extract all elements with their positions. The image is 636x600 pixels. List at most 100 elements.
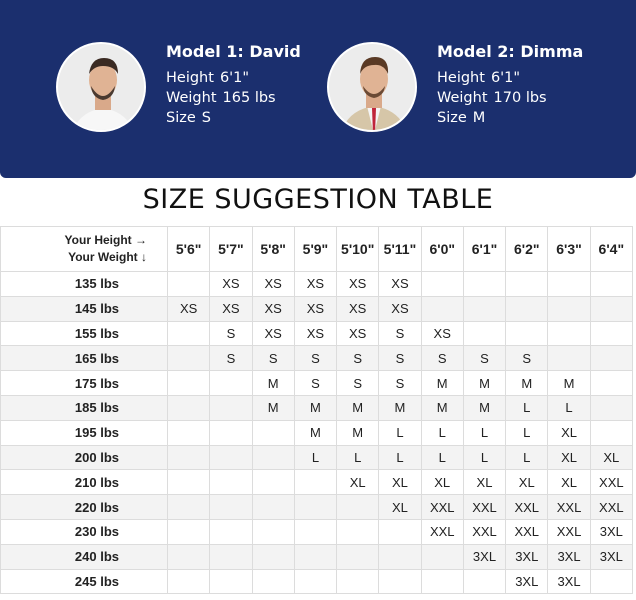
table-row: 195 lbs M M L L L L XL <box>0 419 634 446</box>
size-cell: S <box>378 370 422 396</box>
model-1-size-label: Size <box>166 110 196 126</box>
size-cell: L <box>462 419 507 446</box>
size-cell: XS <box>209 295 253 322</box>
size-cell <box>209 394 253 421</box>
size-cell <box>209 444 253 471</box>
size-cell <box>589 370 634 396</box>
size-cell: S <box>505 345 549 372</box>
model-2-weight-label: Weight <box>437 90 488 106</box>
weight-label: 165 lbs <box>0 345 168 372</box>
size-cell <box>378 518 422 545</box>
size-cell: XL <box>589 444 634 471</box>
weight-label: 245 lbs <box>0 568 168 595</box>
size-cell: XXL <box>589 494 634 520</box>
size-cell: XXL <box>589 469 634 496</box>
size-cell <box>293 469 338 496</box>
model-1-height-label: Height <box>166 70 214 86</box>
table-row: 135 lbs XS XS XS XS XS <box>0 271 634 297</box>
page-title: SIZE SUGGESTION TABLE <box>142 184 494 215</box>
model-1-card: Model 1: David Height 6'1" Weight 165 lbs … <box>56 42 301 132</box>
model-1-photo <box>56 42 146 132</box>
size-cell: XS <box>336 320 380 347</box>
size-cell <box>589 271 634 297</box>
size-cell <box>293 494 338 520</box>
model-1-info: Model 1: David Height 6'1" Weight 165 lbs … <box>166 42 301 128</box>
size-cell: XL <box>547 419 591 446</box>
size-cell: S <box>336 370 380 396</box>
weight-label: 145 lbs <box>0 295 168 322</box>
size-cell: XS <box>420 320 464 347</box>
size-cell: S <box>378 345 422 372</box>
size-cell: 3XL <box>589 518 634 545</box>
weight-label: 220 lbs <box>0 494 168 520</box>
height-column-header: 6'2" <box>505 226 549 272</box>
size-cell <box>166 568 211 595</box>
model-2-card: Model 2: Dimma Height 6'1" Weight 170 lbs … <box>327 42 583 132</box>
size-cell: XXL <box>505 494 549 520</box>
weight-label: 210 lbs <box>0 469 168 496</box>
weight-axis-label: Your Weight ↓ <box>68 250 147 264</box>
height-column-header: 5'8" <box>251 226 295 272</box>
size-cell: M <box>547 370 591 396</box>
height-column-header: 6'0" <box>420 226 464 272</box>
size-cell: M <box>293 419 338 446</box>
size-cell: S <box>209 345 253 372</box>
size-cell <box>336 494 380 520</box>
size-cell: L <box>378 419 422 446</box>
size-cell <box>209 543 253 570</box>
size-cell: XS <box>378 295 422 322</box>
table-row: 165 lbs S S S S S S S S <box>0 345 634 372</box>
size-cell <box>293 518 338 545</box>
weight-label: 135 lbs <box>0 271 168 297</box>
size-cell: XS <box>293 271 338 297</box>
height-column-header: 5'6" <box>166 226 211 272</box>
size-cell: XS <box>336 295 380 322</box>
size-cell <box>420 295 464 322</box>
size-cell: M <box>462 370 507 396</box>
size-cell: XS <box>293 320 338 347</box>
size-cell <box>547 295 591 322</box>
model-1-size: S <box>201 110 211 126</box>
weight-label: 200 lbs <box>0 444 168 471</box>
weight-label: 175 lbs <box>0 370 168 396</box>
size-cell: S <box>293 370 338 396</box>
size-cell <box>166 271 211 297</box>
size-cell: XL <box>420 469 464 496</box>
size-cell <box>209 370 253 396</box>
size-cell <box>589 345 634 372</box>
weight-label: 155 lbs <box>0 320 168 347</box>
size-cell: XS <box>251 320 295 347</box>
size-cell <box>166 543 211 570</box>
model-2-name: Model 2: Dimma <box>437 42 584 61</box>
size-cell <box>209 568 253 595</box>
size-cell <box>589 295 634 322</box>
table-row: 245 lbs 3XL 3XL <box>0 568 634 595</box>
size-cell: M <box>336 419 380 446</box>
size-cell: L <box>293 444 338 471</box>
size-cell: L <box>378 444 422 471</box>
size-cell: 3XL <box>589 543 634 570</box>
size-cell <box>251 494 295 520</box>
model-2-height: 6'1" <box>490 70 521 86</box>
height-column-header: 5'11" <box>378 226 422 272</box>
size-cell: XXL <box>462 518 507 545</box>
size-cell <box>166 370 211 396</box>
size-cell: S <box>420 345 464 372</box>
size-cell <box>166 494 211 520</box>
size-cell <box>420 568 464 595</box>
size-cell <box>589 568 634 595</box>
size-cell: S <box>209 320 253 347</box>
size-cell <box>166 345 211 372</box>
size-cell: XS <box>251 271 295 297</box>
size-cell <box>505 271 549 297</box>
size-cell: XXL <box>547 518 591 545</box>
size-cell <box>209 419 253 446</box>
axis-labels-cell: Your Height → Your Weight ↓ <box>0 226 168 272</box>
size-cell: 3XL <box>505 543 549 570</box>
size-cell <box>378 543 422 570</box>
size-cell: M <box>251 370 295 396</box>
table-row: 185 lbs M M M M M M L L <box>0 394 634 421</box>
size-cell <box>251 518 295 545</box>
size-cell: XL <box>547 444 591 471</box>
size-cell <box>251 419 295 446</box>
